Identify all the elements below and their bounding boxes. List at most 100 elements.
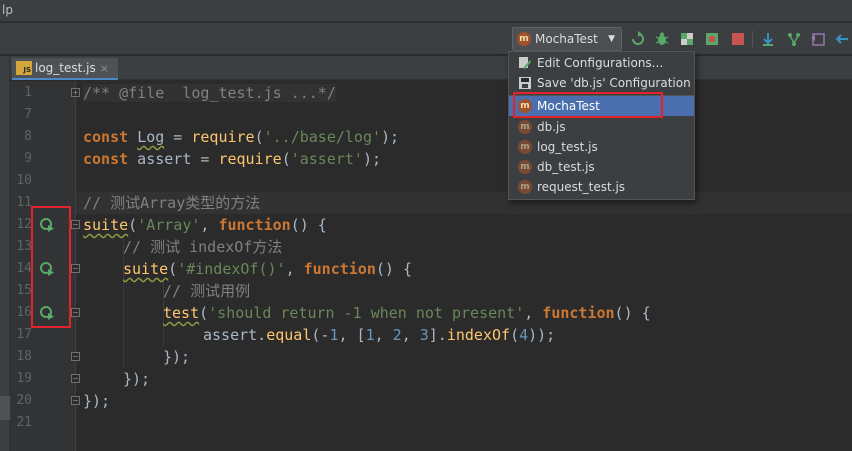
identifier: Log	[137, 128, 165, 146]
code-editor[interactable]: 1 7 8 9 10 11 12 13 14 15 16 17 18 19 20…	[10, 81, 852, 451]
keyword: function	[303, 260, 376, 278]
function-call: require	[191, 128, 255, 146]
back-arrow-icon[interactable]	[834, 31, 850, 47]
line-number: 1	[24, 85, 32, 100]
function-call: indexOf	[446, 326, 511, 344]
function-call: suite	[123, 260, 169, 278]
punctuation: ].	[428, 326, 447, 344]
close-icon[interactable]: ×	[100, 62, 109, 75]
debug-icon[interactable]	[654, 31, 670, 47]
identifier: assert.	[203, 326, 267, 344]
string-literal: 'assert'	[290, 150, 363, 168]
menu-item-save-configuration[interactable]: Save 'db.js' Configuration	[509, 73, 694, 93]
punctuation: (	[254, 128, 264, 146]
fold-icon[interactable]: −	[71, 220, 80, 229]
line-number: 9	[24, 151, 32, 166]
code-line: /** @file log_test.js ...*/	[83, 82, 336, 104]
punctuation: () {	[375, 260, 412, 278]
punctuation: });	[123, 370, 151, 388]
line-number: 18	[16, 349, 32, 364]
mocha-icon: m	[518, 120, 532, 134]
undo-icon[interactable]	[810, 31, 826, 47]
line-number: 10	[16, 173, 32, 188]
comment: // 测试用例	[163, 282, 251, 300]
title-bar: lp	[0, 0, 852, 22]
mocha-icon: m	[518, 140, 532, 154]
number-literal: 1	[365, 326, 375, 344]
tab-log-test[interactable]: JS log_test.js ×	[12, 58, 118, 80]
pull-icon[interactable]	[760, 31, 776, 47]
menu-item-edit-configurations[interactable]: Edit Configurations...	[509, 53, 694, 73]
keyword: function	[542, 304, 615, 322]
string-literal: '../base/log'	[263, 128, 382, 146]
keyword: const	[83, 128, 129, 146]
code-line: });	[83, 390, 110, 412]
stop-icon[interactable]	[730, 31, 746, 47]
tool-window-marker[interactable]	[0, 396, 10, 420]
code-line-current: // 测试Array类型的方法	[76, 192, 852, 214]
save-icon	[518, 76, 532, 90]
coverage-icon[interactable]	[679, 31, 695, 47]
menu-item-label: Edit Configurations...	[537, 56, 664, 70]
number-literal: 3	[419, 326, 429, 344]
javascript-file-icon: JS	[16, 61, 32, 75]
line-number: 19	[16, 371, 32, 386]
function-call: equal	[266, 326, 312, 344]
doc-comment: /** @file log_test.js ...*/	[83, 84, 336, 102]
run-config-selector[interactable]: m MochaTest ▼	[512, 27, 622, 51]
mocha-icon: m	[518, 180, 532, 194]
code-line: // 测试 indexOf方法	[123, 236, 282, 258]
code-line: const assert = require('assert');	[83, 148, 381, 170]
menu-item-db-test-js[interactable]: m db_test.js	[509, 157, 694, 177]
punctuation: ,	[285, 260, 304, 278]
punctuation: ,	[200, 216, 219, 234]
fold-icon[interactable]: −	[71, 396, 80, 405]
string-literal: 'Array'	[137, 216, 201, 234]
gutter-highlight-box	[31, 206, 71, 328]
punctuation: (-	[311, 326, 330, 344]
vcs-branch-icon[interactable]	[786, 31, 802, 47]
main-toolbar: m MochaTest ▼	[0, 23, 852, 55]
fold-icon[interactable]: −	[71, 374, 80, 383]
mocha-icon: m	[517, 32, 531, 46]
punctuation: });	[83, 392, 111, 410]
punctuation: ,	[524, 304, 543, 322]
punctuation: ,	[374, 326, 393, 344]
punctuation: (	[199, 304, 209, 322]
profile-icon[interactable]	[704, 31, 720, 47]
punctuation: (	[510, 326, 520, 344]
keyword: function	[218, 216, 291, 234]
string-literal: 'should return -1 when not present'	[208, 304, 525, 322]
chevron-down-icon: ▼	[608, 34, 615, 44]
line-number: 11	[16, 195, 32, 210]
punctuation: (	[168, 260, 178, 278]
run-config-label: MochaTest	[535, 32, 598, 46]
menu-item-label: request_test.js	[537, 180, 626, 194]
comment: // 测试 indexOf方法	[123, 238, 283, 256]
menu-item-log-test-js[interactable]: m log_test.js	[509, 137, 694, 157]
code-line: suite('Array', function() {	[83, 214, 327, 236]
line-number: 14	[16, 261, 32, 276]
fold-icon[interactable]: +	[71, 88, 80, 97]
code-line: assert.equal(-1, [1, 2, 3].indexOf(4));	[203, 324, 555, 346]
code-line: suite('#indexOf()', function() {	[123, 258, 412, 280]
comment: // 测试Array类型的方法	[83, 194, 261, 212]
code-line: });	[123, 368, 150, 390]
string-literal: '#indexOf()'	[177, 260, 286, 278]
fold-icon[interactable]: −	[71, 352, 80, 361]
line-number: 21	[16, 415, 32, 430]
keyword: const	[83, 150, 129, 168]
rerun-icon[interactable]	[630, 31, 646, 47]
menu-item-label: db.js	[537, 120, 566, 134]
fold-icon[interactable]: −	[71, 308, 80, 317]
punctuation: );	[381, 128, 400, 146]
line-number: 13	[16, 239, 32, 254]
punctuation: (	[281, 150, 291, 168]
editor-tab-bar: JS log_test.js ×	[0, 56, 852, 80]
fold-icon[interactable]: −	[71, 264, 80, 273]
menu-item-db-js[interactable]: m db.js	[509, 117, 694, 137]
line-number: 16	[16, 305, 32, 320]
menu-item-request-test-js[interactable]: m request_test.js	[509, 177, 694, 197]
function-call: test	[163, 304, 200, 322]
mocha-icon: m	[518, 160, 532, 174]
